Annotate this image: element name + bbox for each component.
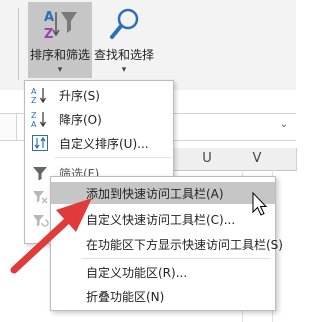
svg-text:Z: Z (44, 27, 53, 42)
column-header-u[interactable]: U (172, 148, 243, 171)
sort-descending-label: 降序(O) (59, 113, 102, 127)
sort-and-filter-button[interactable]: A Z 排序和筛选 ▾ (28, 2, 92, 78)
show-below-ribbon-label: 在功能区下方显示快速访问工具栏(S) (86, 238, 283, 252)
ribbon-separator (18, 8, 19, 80)
custom-sort-icon (32, 135, 48, 151)
find-and-select-label: 查找和选择 (93, 48, 154, 62)
ctx-item-add-to-quick-access[interactable]: 添加到快速访问工具栏(A) (51, 182, 275, 204)
menu-divider (81, 258, 271, 259)
custom-sort-label: 自定义排序(U)... (59, 137, 149, 151)
ctx-item-customize-quick-access[interactable]: 自定义快速访问工具栏(C)... (51, 208, 275, 230)
svg-text:Z: Z (31, 111, 37, 120)
menu-item-custom-sort[interactable]: 自定义排序(U)... (25, 131, 173, 155)
sort-and-filter-label: 排序和筛选 (29, 48, 90, 62)
customize-quick-access-label: 自定义快速访问工具栏(C)... (86, 213, 236, 227)
filter-icon (33, 167, 47, 181)
magnifier-icon (110, 8, 139, 39)
ctx-item-show-below-ribbon[interactable]: 在功能区下方显示快速访问工具栏(S) (51, 233, 283, 255)
sort-ascending-label: 升序(S) (59, 89, 100, 103)
add-to-quick-access-label: 添加到快速访问工具栏(A) (86, 187, 224, 201)
svg-text:A: A (44, 10, 54, 25)
svg-text:A: A (31, 87, 37, 96)
column-header-next[interactable] (272, 148, 297, 171)
find-and-select-button[interactable]: 查找和选择 ▾ (92, 2, 156, 78)
chevron-down-icon[interactable]: ⌄ (280, 119, 288, 130)
ctx-item-collapse-ribbon[interactable]: 折叠功能区(N) (51, 285, 275, 307)
collapse-ribbon-label: 折叠功能区(N) (86, 290, 165, 304)
sort-descending-icon: Z A (31, 111, 47, 128)
chevron-down-icon: ▾ (57, 65, 63, 75)
column-header-v[interactable]: V (242, 148, 273, 171)
menu-item-sort-ascending[interactable]: A Z 升序(S) (25, 83, 173, 107)
svg-text:Z: Z (31, 96, 37, 104)
clear-filter-icon (33, 191, 48, 204)
menu-divider (55, 157, 171, 158)
quick-access-context-menu: 添加到快速访问工具栏(A) 自定义快速访问工具栏(C)... 在功能区下方显示快… (50, 176, 283, 311)
formula-bar-left-edge (0, 114, 17, 140)
ribbon: A Z 排序和筛选 ▾ 查找和选择 ▾ (0, 0, 296, 90)
menu-item-sort-descending[interactable]: Z A 降序(O) (25, 107, 173, 131)
chevron-down-icon: ▾ (121, 65, 127, 75)
ctx-item-customize-ribbon[interactable]: 自定义功能区(R)... (51, 261, 275, 283)
svg-text:A: A (31, 120, 37, 128)
customize-ribbon-label: 自定义功能区(R)... (86, 266, 188, 280)
sort-filter-icon: A Z (44, 10, 77, 42)
reapply-filter-icon (33, 215, 49, 227)
sort-ascending-icon: A Z (31, 87, 47, 104)
